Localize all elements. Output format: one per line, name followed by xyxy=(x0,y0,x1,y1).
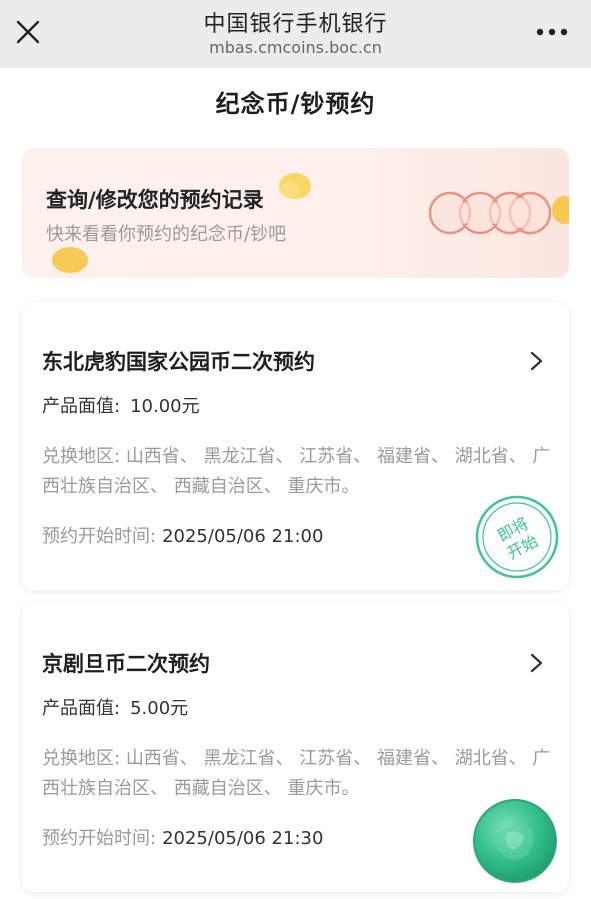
coming-soon-stamp: 即将 开始 xyxy=(474,494,560,580)
face-value: 10.00元 xyxy=(130,396,200,417)
card-title: 京剧旦币二次预约 xyxy=(42,652,210,676)
face-value-label: 产品面值: xyxy=(42,698,121,719)
top-bar: 中国银行手机银行 mbas.cmcoins.boc.cn xyxy=(0,0,591,68)
start-time: 2025/05/06 21:00 xyxy=(162,526,324,547)
start-time-row: 预约开始时间: 2025/05/06 21:30 xyxy=(42,824,323,850)
region-label: 兑换地区: xyxy=(42,748,121,769)
banner-subtitle: 快来看看你预约的纪念币/钞吧 xyxy=(46,224,287,245)
start-time: 2025/05/06 21:30 xyxy=(162,828,324,849)
chevron-right-icon[interactable] xyxy=(526,350,546,372)
floating-assistant-button[interactable] xyxy=(472,798,558,884)
face-value-label: 产品面值: xyxy=(42,396,121,417)
start-time-row: 预约开始时间: 2025/05/06 21:00 xyxy=(42,522,323,548)
card-title: 东北虎豹国家公园币二次预约 xyxy=(42,350,315,374)
start-time-label: 预约开始时间: xyxy=(42,526,157,547)
reservation-record-banner[interactable]: 查询/修改您的预约记录 快来看看你预约的纪念币/钞吧 xyxy=(22,148,569,278)
face-value-row: 产品面值: 10.00元 xyxy=(42,392,200,418)
face-value: 5.00元 xyxy=(130,698,189,719)
exchange-region-row: 兑换地区: 山西省、 黑龙江省、 江苏省、 福建省、 湖北省、 广西壮族自治区、… xyxy=(42,442,552,502)
face-value-row: 产品面值: 5.00元 xyxy=(42,694,188,720)
page-url: mbas.cmcoins.boc.cn xyxy=(209,38,382,57)
app-title: 中国银行手机银行 xyxy=(203,12,388,37)
chevron-right-icon[interactable] xyxy=(526,652,546,674)
page-title: 纪念币/钞预约 xyxy=(215,90,376,118)
banner-title: 查询/修改您的预约记录 xyxy=(46,188,264,212)
region-label: 兑换地区: xyxy=(42,446,121,467)
start-time-label: 预约开始时间: xyxy=(42,828,157,849)
more-horizontal-icon[interactable] xyxy=(535,22,569,42)
exchange-region-row: 兑换地区: 山西省、 黑龙江省、 江苏省、 福建省、 湖北省、 广西壮族自治区、… xyxy=(42,744,552,804)
reservation-card[interactable]: 东北虎豹国家公园币二次预约 产品面值: 10.00元 兑换地区: 山西省、 黑龙江… xyxy=(22,302,569,590)
